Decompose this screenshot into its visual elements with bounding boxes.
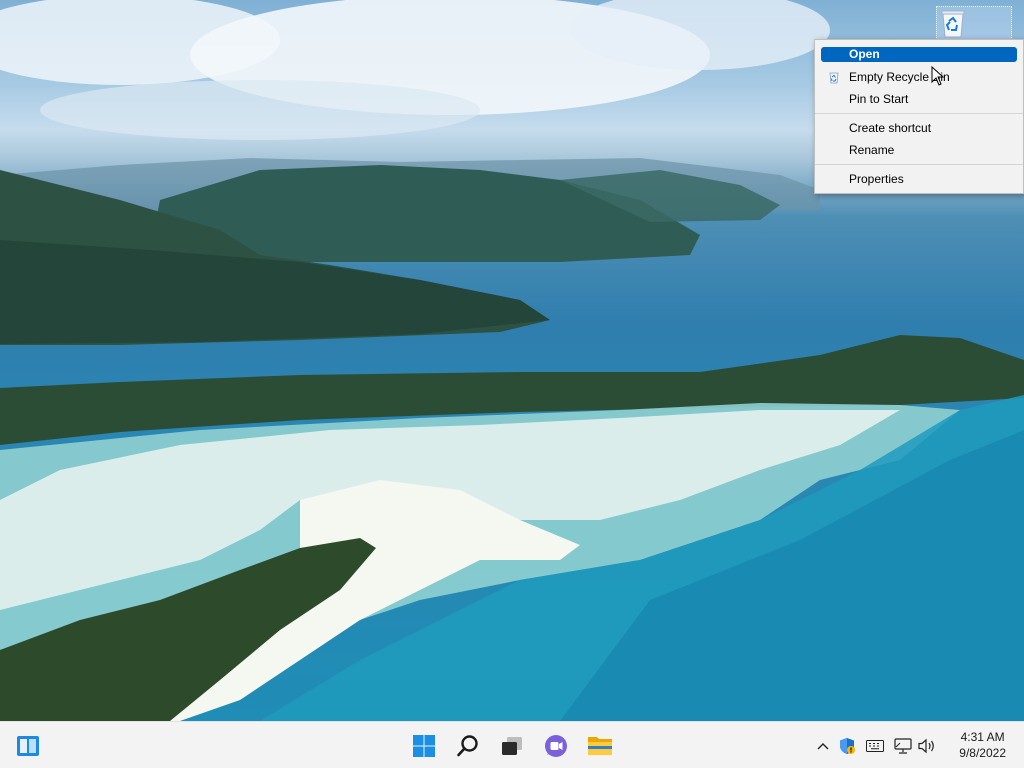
volume-tray-button[interactable] xyxy=(916,735,938,757)
chat-icon xyxy=(545,735,567,757)
search-icon xyxy=(457,735,478,757)
widgets-button[interactable] xyxy=(12,730,44,762)
keyboard-tray-button[interactable] xyxy=(860,735,890,757)
recycle-bin-icon xyxy=(941,10,965,38)
widgets-icon xyxy=(17,736,39,756)
menu-item-properties[interactable]: Properties xyxy=(815,168,1023,190)
clock-time: 4:31 AM xyxy=(960,730,1005,744)
taskbar: 4:31 AM 9/8/2022 xyxy=(0,721,1024,768)
menu-separator xyxy=(815,113,1023,114)
security-tray-button[interactable] xyxy=(834,735,860,757)
start-button[interactable] xyxy=(408,730,440,762)
shield-icon xyxy=(840,737,855,754)
file-explorer-button[interactable] xyxy=(584,730,616,762)
menu-item-label: Pin to Start xyxy=(849,92,909,106)
network-icon xyxy=(894,737,912,754)
menu-item-label: Properties xyxy=(849,172,904,186)
menu-separator xyxy=(815,164,1023,165)
windows-logo-icon xyxy=(413,735,435,757)
menu-item-pin-to-start[interactable]: Pin to Start xyxy=(815,88,1023,110)
search-button[interactable] xyxy=(452,730,484,762)
menu-item-open[interactable]: Open xyxy=(821,47,1017,62)
menu-item-create-shortcut[interactable]: Create shortcut xyxy=(815,117,1023,139)
menu-item-label: Rename xyxy=(849,143,895,157)
task-view-button[interactable] xyxy=(496,730,528,762)
keyboard-icon xyxy=(866,739,884,752)
network-tray-button[interactable] xyxy=(890,735,916,757)
context-menu: Open Empty Recycle Bin Pin to Start Crea… xyxy=(814,39,1024,194)
volume-icon xyxy=(918,738,934,753)
folder-icon xyxy=(588,737,612,755)
show-hidden-icons-button[interactable] xyxy=(812,735,834,757)
recycle-bin-icon xyxy=(829,72,839,84)
menu-item-label: Open xyxy=(849,47,880,61)
task-view-icon xyxy=(502,737,522,755)
chat-button[interactable] xyxy=(540,730,572,762)
menu-item-label: Create shortcut xyxy=(849,121,932,135)
menu-item-rename[interactable]: Rename xyxy=(815,139,1023,161)
clock-date: 9/8/2022 xyxy=(959,746,1006,760)
clock-button[interactable]: 4:31 AM 9/8/2022 xyxy=(959,729,1006,761)
menu-item-empty-recycle-bin[interactable]: Empty Recycle Bin xyxy=(815,66,1023,88)
mouse-cursor-icon xyxy=(931,66,945,86)
system-tray xyxy=(812,722,938,768)
chevron-up-icon xyxy=(817,742,829,749)
